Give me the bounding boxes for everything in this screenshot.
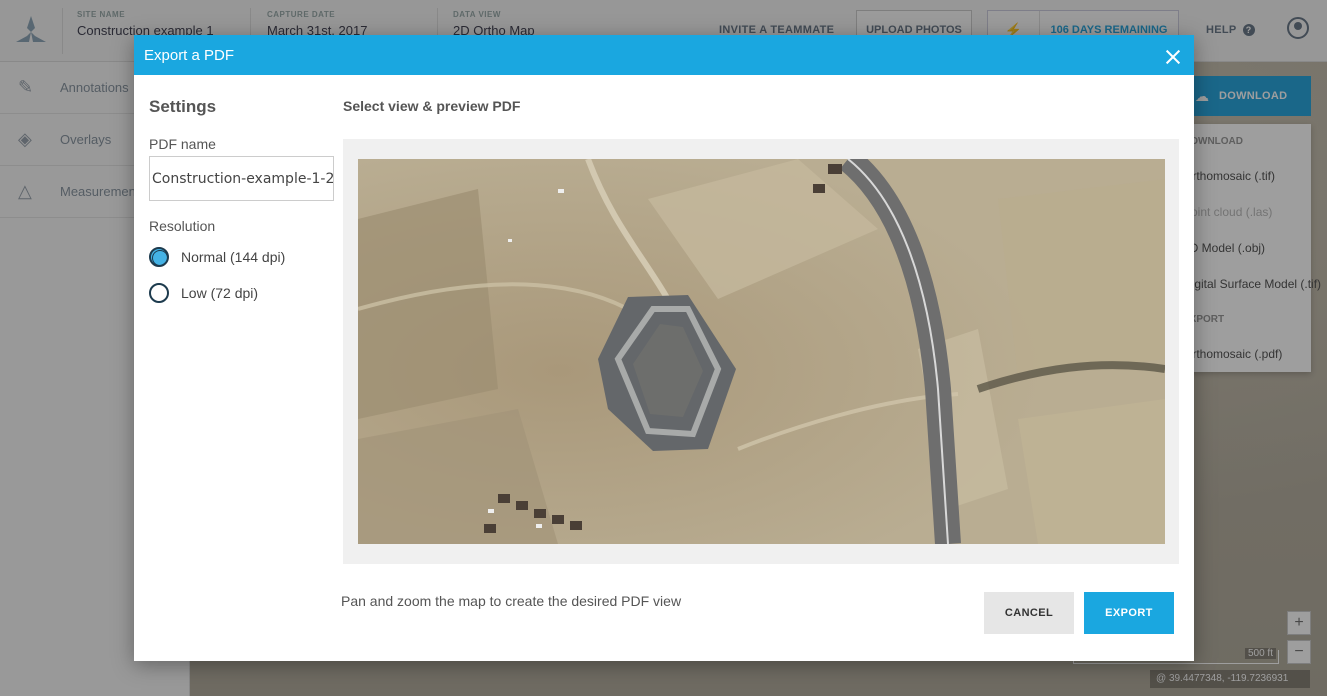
- radio-button-selected[interactable]: [149, 247, 169, 267]
- pdf-map-preview[interactable]: [358, 159, 1165, 544]
- radio-button[interactable]: [149, 283, 169, 303]
- preview-hint-text: Pan and zoom the map to create the desir…: [341, 593, 682, 609]
- pdf-name-input[interactable]: [149, 156, 334, 201]
- resolution-option-low[interactable]: Low (72 dpi): [149, 282, 258, 304]
- preview-heading: Select view & preview PDF: [343, 98, 521, 114]
- resolution-option-normal[interactable]: Normal (144 dpi): [149, 246, 285, 268]
- close-icon[interactable]: [1165, 49, 1181, 65]
- cancel-button[interactable]: CANCEL: [984, 592, 1074, 634]
- export-pdf-dialog: Export a PDF Settings PDF name Resolutio…: [134, 35, 1194, 661]
- dialog-title: Export a PDF: [144, 47, 235, 64]
- settings-heading: Settings: [149, 97, 217, 116]
- dialog-title-bar: Export a PDF: [134, 35, 1194, 75]
- resolution-label: Resolution: [149, 218, 216, 234]
- resolution-option-label: Low (72 dpi): [181, 285, 259, 301]
- pdf-name-label: PDF name: [149, 136, 216, 152]
- aerial-map-image: [358, 159, 1165, 544]
- export-button[interactable]: EXPORT: [1084, 592, 1174, 634]
- preview-panel: [343, 139, 1179, 564]
- resolution-option-label: Normal (144 dpi): [181, 249, 286, 265]
